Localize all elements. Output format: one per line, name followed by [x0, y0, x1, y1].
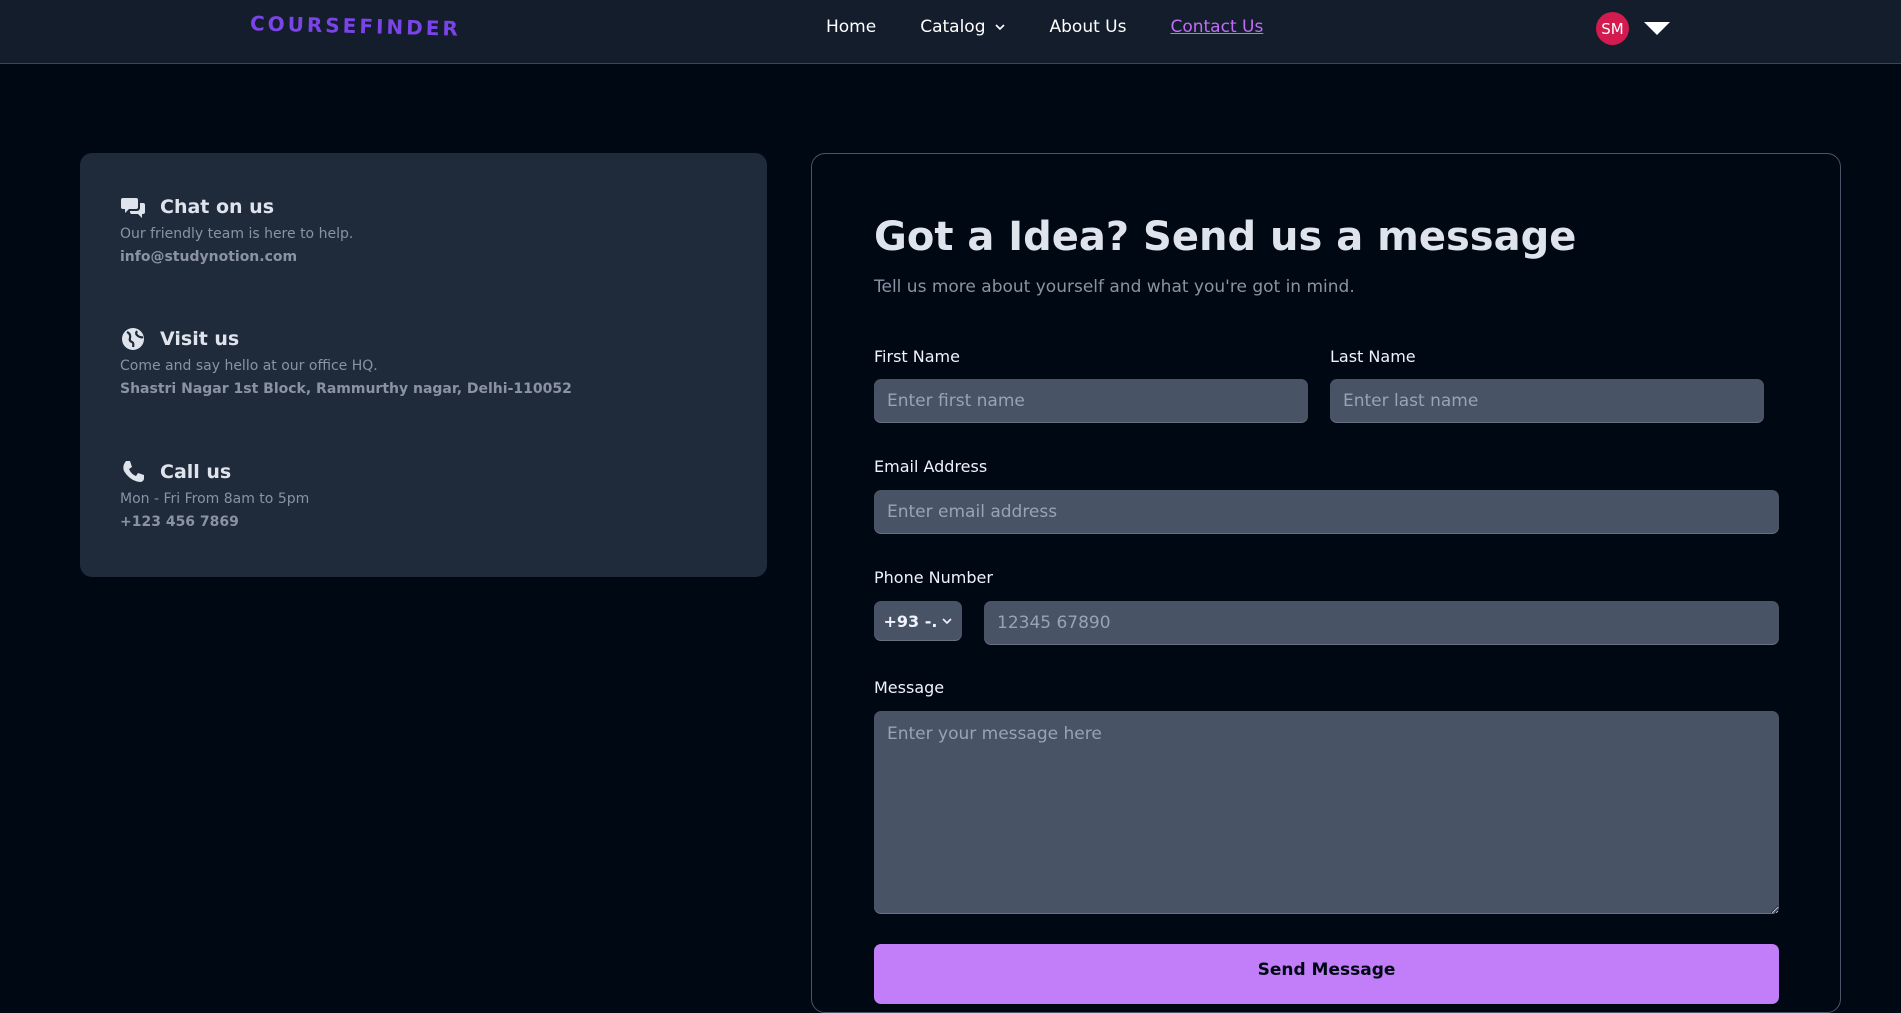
contact-call-hours: Mon - Fri From 8am to 5pm — [120, 491, 310, 507]
contact-visit-description: Come and say hello at our office HQ. — [120, 358, 378, 374]
contact-form-card: Got a Idea? Send us a message Tell us mo… — [811, 153, 1841, 1013]
nav-links: Home Catalog About Us Contact Us — [826, 17, 1307, 37]
message-textarea[interactable] — [874, 711, 1779, 914]
nav-catalog-label: Catalog — [920, 17, 986, 37]
chevron-down-icon — [994, 24, 1005, 31]
contact-call: Call us Mon - Fri From 8am to 5pm +123 4… — [120, 459, 309, 530]
contact-chat-title: Chat on us — [160, 196, 275, 218]
chevron-down-icon — [942, 618, 953, 625]
phone-label: Phone Number — [874, 568, 993, 587]
first-name-label: First Name — [874, 347, 960, 366]
nav-about[interactable]: About Us — [1050, 17, 1127, 37]
phone-icon — [123, 461, 144, 482]
nav-about-label: About Us — [1049, 17, 1127, 37]
navbar: COURSEFINDER Home Catalog About Us Conta… — [0, 0, 1901, 64]
first-name-input[interactable] — [874, 379, 1308, 423]
last-name-label: Last Name — [1330, 347, 1416, 366]
chat-bubbles-icon — [121, 198, 145, 218]
contact-info-card: Chat on us Our friendly team is here to … — [80, 153, 767, 577]
form-subtitle: Tell us more about yourself and what you… — [874, 277, 1355, 297]
contact-chat-email: info@studynotion.com — [120, 249, 298, 265]
contact-call-title: Call us — [160, 461, 232, 483]
email-label: Email Address — [874, 457, 988, 476]
caret-down-icon[interactable] — [1644, 22, 1670, 35]
email-input[interactable] — [874, 490, 1779, 534]
contact-visit-title: Visit us — [160, 328, 240, 350]
contact-visit: Visit us Come and say hello at our offic… — [120, 326, 572, 397]
nav-catalog[interactable]: Catalog — [920, 17, 1005, 37]
nav-contact-label: Contact Us — [1170, 17, 1264, 37]
contact-visit-address: Shastri Nagar 1st Block, Rammurthy nagar… — [120, 381, 572, 397]
country-code-value: +93 -. — [883, 611, 938, 631]
contact-chat: Chat on us Our friendly team is here to … — [120, 194, 353, 265]
country-code-select[interactable]: +93 -. — [874, 601, 962, 641]
send-message-button[interactable]: Send Message — [874, 944, 1779, 1004]
form-title: Got a Idea? Send us a message — [874, 214, 1577, 260]
contact-chat-description: Our friendly team is here to help. — [120, 226, 354, 242]
message-label: Message — [874, 678, 945, 697]
phone-input[interactable] — [984, 601, 1779, 645]
contact-call-phone: +123 456 7869 — [120, 514, 239, 530]
globe-icon — [122, 328, 144, 350]
site-logo[interactable]: COURSEFINDER — [250, 11, 461, 41]
avatar[interactable]: SM — [1596, 12, 1629, 45]
nav-contact[interactable]: Contact Us — [1170, 17, 1263, 37]
nav-home[interactable]: Home — [826, 17, 876, 37]
last-name-input[interactable] — [1330, 379, 1764, 423]
nav-home-label: Home — [826, 17, 877, 37]
